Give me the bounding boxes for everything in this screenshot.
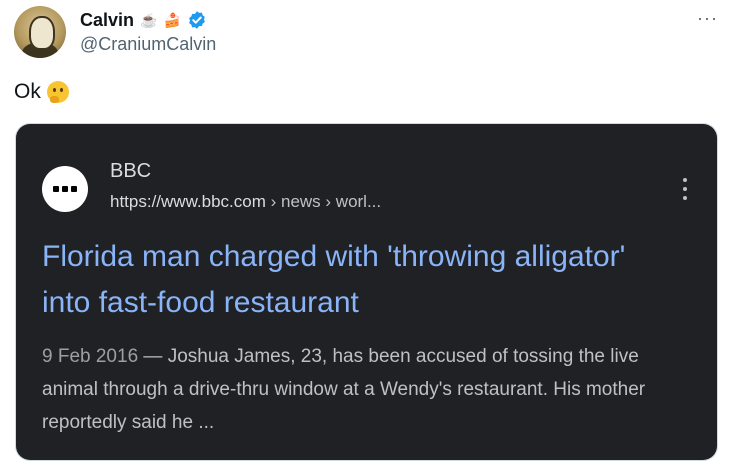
search-result-card[interactable]: BBC https://www.bbc.com › news › worl...…: [16, 124, 717, 460]
thinking-face-icon: [46, 81, 69, 103]
verified-badge-icon: [189, 11, 205, 29]
result-snippet: 9 Feb 2016 — Joshua James, 23, has been …: [42, 340, 682, 439]
result-date: 9 Feb 2016: [42, 346, 139, 367]
more-horizontal-icon[interactable]: ···: [697, 8, 718, 29]
site-url: https://www.bbc.com › news › worl...: [110, 192, 381, 212]
display-name[interactable]: Calvin: [80, 10, 134, 31]
coffee-emoji: ☕: [140, 12, 158, 28]
cake-emoji: 🍰: [163, 12, 181, 28]
tweet-text-content: Ok: [14, 80, 41, 103]
site-name: BBC: [110, 160, 152, 182]
more-vertical-icon[interactable]: [683, 178, 687, 200]
tweet-author-row: Calvin ☕ 🍰: [80, 8, 207, 32]
bbc-logo-icon: [42, 166, 88, 212]
result-title-link[interactable]: Florida man charged with 'throwing allig…: [42, 234, 682, 326]
avatar-face: [29, 16, 55, 50]
user-handle[interactable]: @CraniumCalvin: [80, 34, 216, 55]
date-separator: —: [138, 346, 168, 367]
url-path: › news › worl...: [265, 192, 382, 211]
tweet-text: Ok: [14, 80, 69, 104]
url-host: https://www.bbc.com: [110, 192, 266, 211]
avatar[interactable]: [14, 6, 66, 58]
